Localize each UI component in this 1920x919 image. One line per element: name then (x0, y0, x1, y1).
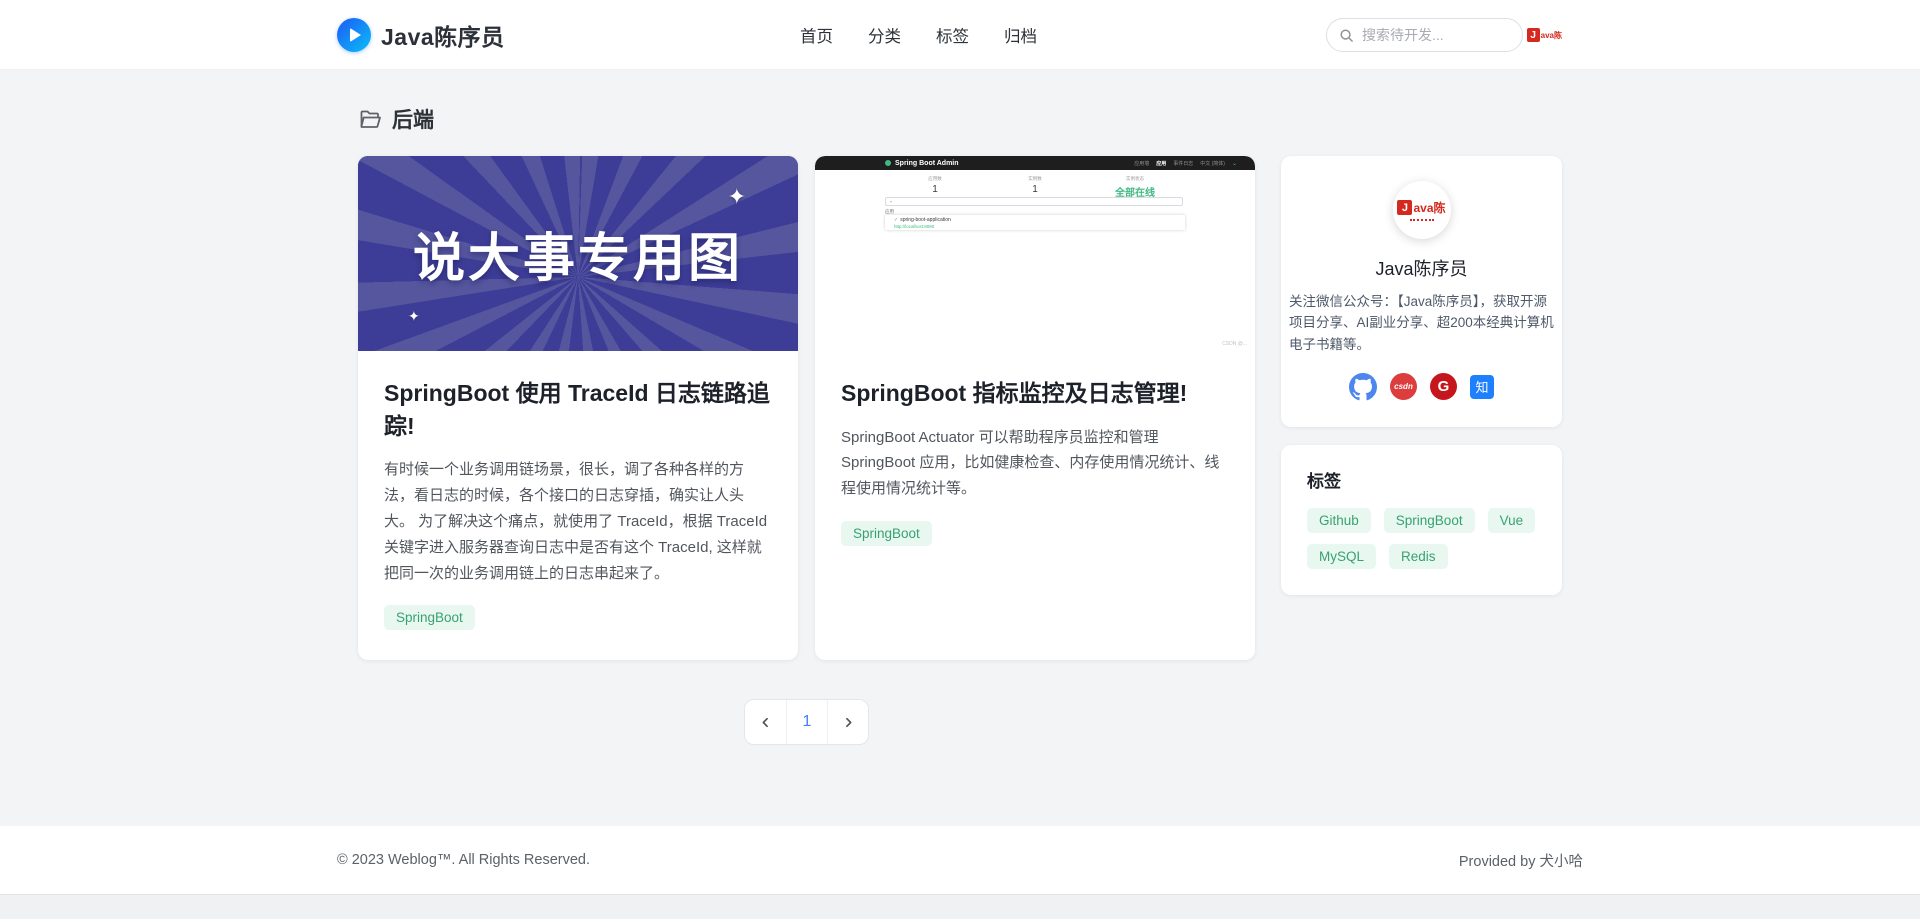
sba-stat-label: 应用数 (928, 176, 942, 181)
nav-item-archive[interactable]: 归档 (1004, 23, 1037, 47)
post-excerpt: SpringBoot Actuator 可以帮助程序员监控和管理 SpringB… (841, 428, 1220, 498)
tags-card: 标签 Github SpringBoot Vue MySQL Redis (1281, 444, 1562, 595)
posts-column: ✦ ✦ 说大事专用图 SpringBoot 使用 TraceId 日志链路追踪!… (358, 156, 1255, 746)
main-nav: 首页 分类 标签 归档 (800, 0, 1037, 70)
sba-app-name: spring-boot-application (900, 217, 951, 223)
gitee-icon[interactable]: G (1430, 373, 1457, 401)
avatar[interactable]: J ava陈 (1392, 181, 1451, 239)
post-tag-springboot[interactable]: SpringBoot (384, 605, 475, 631)
sba-stat-label: 实例数 (1028, 176, 1042, 181)
cover-banner-text: 说大事专用图 (412, 230, 743, 288)
post-title[interactable]: SpringBoot 指标监控及日志管理! (841, 377, 1187, 410)
check-icon: ✓ (894, 217, 899, 223)
tag-vue[interactable]: Vue (1487, 507, 1536, 533)
play-icon (337, 17, 371, 52)
post-card-actuator[interactable]: Spring Boot Admin 应用墙 应用 事件日志 中文 (简体) ⌄ (815, 156, 1255, 661)
nav-item-categories[interactable]: 分类 (868, 23, 901, 47)
category-header: 后端 (358, 104, 1562, 134)
sparkle-icon: ✦ (727, 184, 746, 209)
sba-app-row: ✓ spring-boot-application http://localhos… (885, 215, 1185, 230)
sba-brand: Spring Boot Admin (895, 159, 959, 167)
sba-menu-item: 中文 (简体) (1200, 160, 1225, 167)
chevron-down-icon: ⌄ (1231, 160, 1237, 167)
tags-list: Github SpringBoot Vue MySQL Redis (1307, 507, 1536, 569)
chevron-left-icon (762, 717, 768, 727)
pagination: 1 (744, 699, 869, 746)
sparkle-icon: ✦ (408, 308, 420, 324)
search-input[interactable] (1362, 27, 1510, 43)
footer-provided-by: Provided by 犬小哈 (1458, 853, 1583, 870)
zhihu-icon[interactable]: 知 (1470, 374, 1494, 399)
github-icon[interactable] (1349, 372, 1377, 401)
site-title: Java陈序员 (381, 23, 505, 50)
post-cover-banner-image[interactable]: ✦ ✦ 说大事专用图 (358, 156, 798, 351)
footer: © 2023 Weblog™. All Rights Reserved. Pro… (0, 826, 1920, 894)
sba-stat-label: 实例状态 (1126, 176, 1144, 181)
sba-menu-item: 应用墙 (1134, 160, 1150, 167)
prev-page-button[interactable] (745, 700, 786, 745)
page-number-button[interactable]: 1 (786, 700, 827, 745)
sba-menu-item: 应用 (1156, 160, 1167, 167)
sidebar: J ava陈 Java陈序员 关注微信公众号：【Java陈序员】，获取开源项目分… (1281, 156, 1562, 595)
search-icon (1340, 28, 1353, 42)
tag-mysql[interactable]: MySQL (1307, 543, 1377, 569)
sba-menu-item: 事件日志 (1173, 160, 1194, 167)
bottom-strip (0, 894, 1920, 919)
page: Java陈序员 首页 分类 标签 归档 J ava陈 后端 (0, 0, 1920, 919)
sba-watermark: CSDN @... (1222, 341, 1247, 347)
category-title: 后端 (392, 109, 434, 132)
tag-springboot[interactable]: SpringBoot (1383, 507, 1475, 533)
sba-filter-input: ▾ (885, 197, 1183, 206)
post-card-traceid[interactable]: ✦ ✦ 说大事专用图 SpringBoot 使用 TraceId 日志链路追踪!… (358, 156, 798, 661)
sba-stat-value: 1 (932, 184, 938, 195)
post-title[interactable]: SpringBoot 使用 TraceId 日志链路追踪! (384, 377, 772, 442)
sba-topbar: Spring Boot Admin 应用墙 应用 事件日志 中文 (简体) ⌄ (815, 156, 1255, 170)
avatar-logo-text: ava陈 (1413, 201, 1446, 215)
sba-stat-value: 1 (1032, 184, 1038, 195)
tags-card-title: 标签 (1307, 471, 1341, 491)
sba-menu: 应用墙 应用 事件日志 中文 (简体) ⌄ (1134, 160, 1237, 167)
site-logo[interactable]: Java陈序员 (337, 17, 505, 52)
sba-app-url: http://localhost:8080 (894, 224, 935, 229)
sba-stats: 应用数 1 实例数 1 实例状态 全部在线 (885, 176, 1185, 199)
mini-brand-logo-icon[interactable]: J ava陈 (1526, 26, 1562, 44)
avatar-logo-letter: J (1397, 200, 1413, 215)
nav-item-home[interactable]: 首页 (800, 23, 833, 47)
tag-github[interactable]: Github (1307, 507, 1371, 533)
mini-logo-text: ava陈 (1540, 30, 1562, 40)
search-box[interactable] (1326, 18, 1523, 52)
mini-logo-letter: J (1526, 28, 1540, 42)
profile-bio: 关注微信公众号：【Java陈序员】，获取开源项目分享、AI副业分享、超200本经… (1289, 294, 1554, 352)
profile-name: Java陈序员 (1375, 259, 1468, 279)
header: Java陈序员 首页 分类 标签 归档 J ava陈 (0, 0, 1920, 70)
post-cover-screenshot-image[interactable]: Spring Boot Admin 应用墙 应用 事件日志 中文 (简体) ⌄ (815, 156, 1255, 351)
chevron-right-icon (845, 717, 851, 727)
main-content: 后端 ✦ ✦ 说大事专用图 SpringBoot 使用 TraceId 日志链路… (0, 70, 1920, 826)
posts-grid: ✦ ✦ 说大事专用图 SpringBoot 使用 TraceId 日志链路追踪!… (358, 156, 1255, 661)
spring-logo-icon (885, 160, 891, 166)
post-excerpt: 有时候一个业务调用链场景，很长，调了各种各样的方法，看日志的时候，各个接口的日志… (384, 461, 768, 582)
tag-redis[interactable]: Redis (1389, 543, 1448, 569)
csdn-icon[interactable]: csdn (1390, 373, 1417, 401)
social-links: csdn G 知 (1287, 372, 1556, 401)
next-page-button[interactable] (827, 700, 868, 745)
post-tag-springboot[interactable]: SpringBoot (841, 521, 932, 547)
nav-item-tags[interactable]: 标签 (936, 23, 969, 47)
folder-open-icon (360, 110, 381, 128)
avatar-logo-underline (1409, 219, 1434, 221)
footer-copyright: © 2023 Weblog™. All Rights Reserved. (337, 852, 591, 868)
profile-card: J ava陈 Java陈序员 关注微信公众号：【Java陈序员】，获取开源项目分… (1281, 156, 1562, 427)
